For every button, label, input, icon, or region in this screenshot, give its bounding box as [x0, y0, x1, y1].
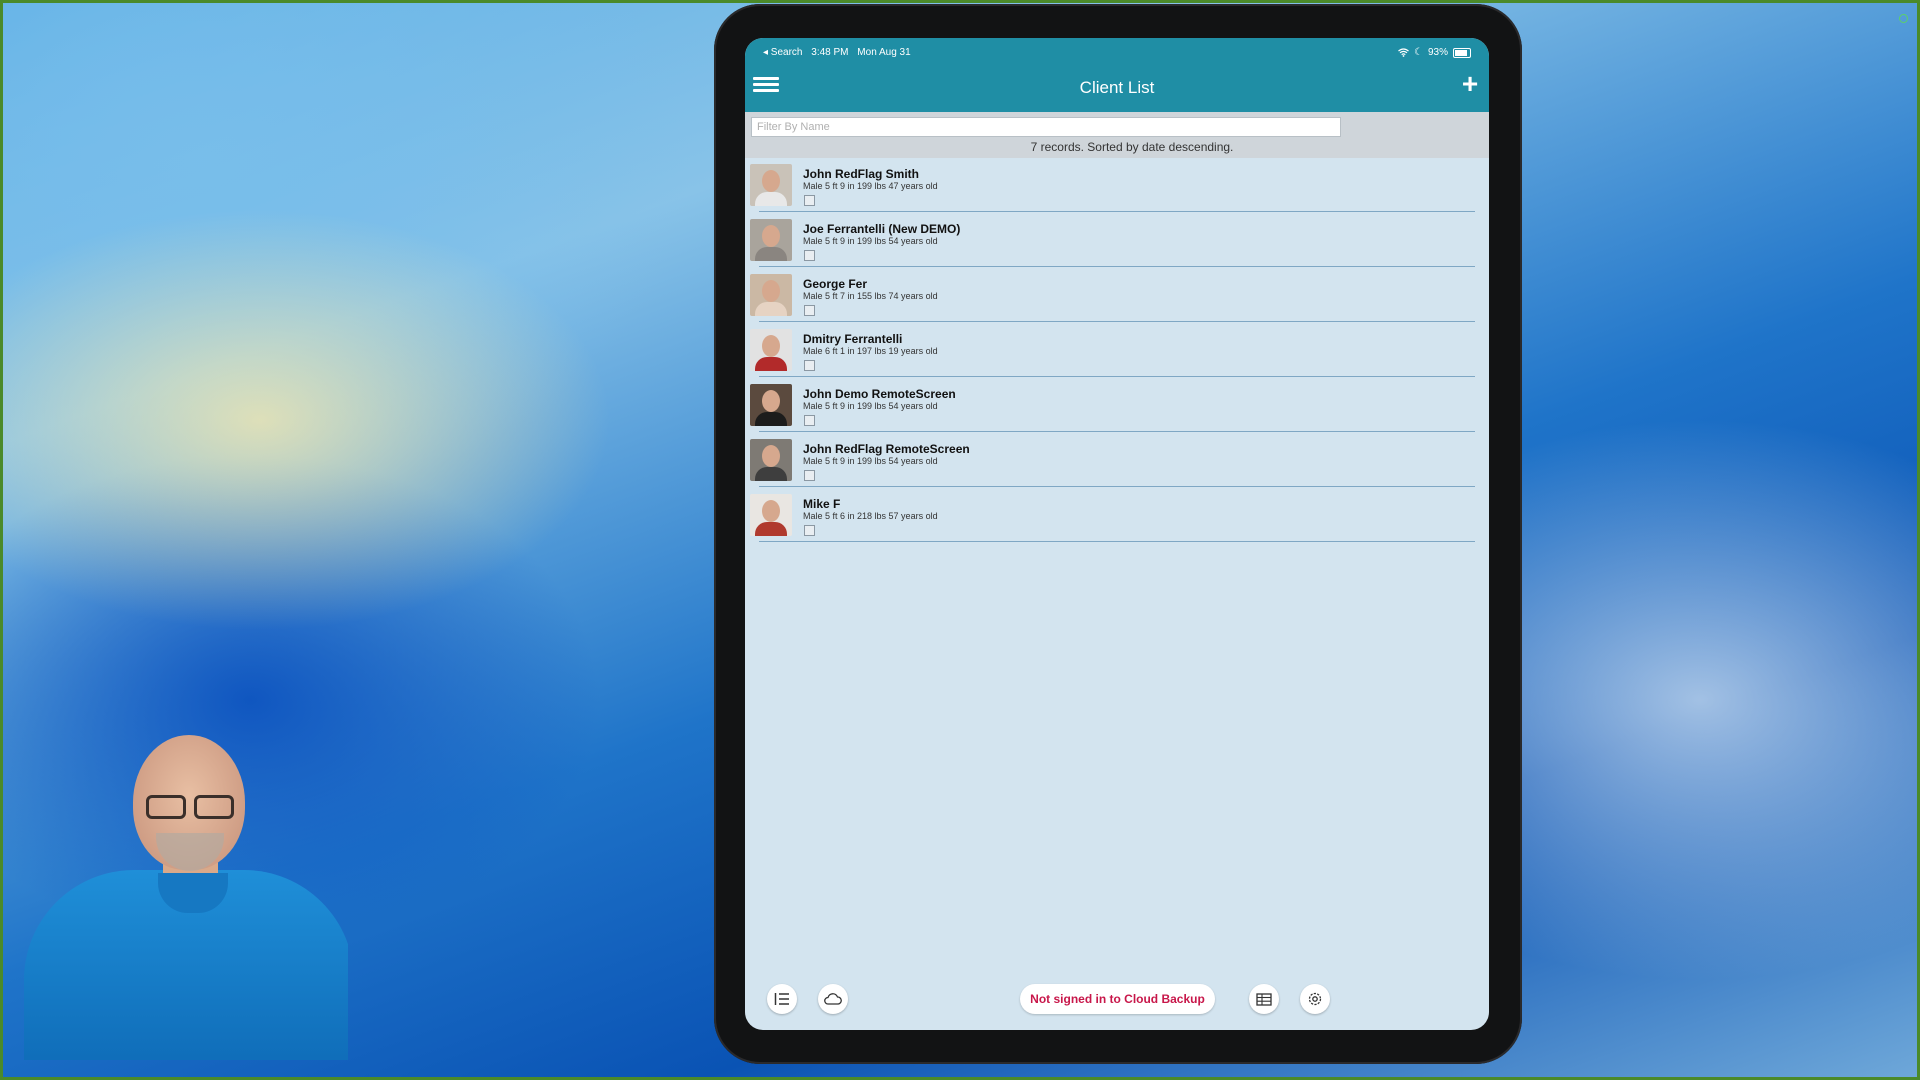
client-row[interactable]: George Fer Male 5 ft 7 in 155 lbs 74 year… — [750, 268, 1475, 322]
gear-icon — [1308, 992, 1322, 1006]
client-name: John RedFlag RemoteScreen — [803, 442, 970, 456]
status-bar: ◂ Search 3:48 PM Mon Aug 31 ☾ 93% — [745, 38, 1489, 66]
client-name: Joe Ferrantelli (New DEMO) — [803, 222, 961, 236]
client-row[interactable]: John RedFlag RemoteScreen Male 5 ft 9 in … — [750, 433, 1475, 487]
client-details: Male 5 ft 6 in 218 lbs 57 years old — [803, 511, 938, 521]
avatar — [750, 274, 792, 316]
client-name: John Demo RemoteScreen — [803, 387, 956, 401]
list-icon — [774, 993, 789, 1005]
settings-button[interactable] — [1300, 984, 1330, 1014]
cloud-button[interactable] — [818, 984, 848, 1014]
table-icon — [1256, 992, 1272, 1006]
cloud-backup-status[interactable]: Not signed in to Cloud Backup — [1020, 984, 1215, 1014]
client-name: Mike F — [803, 497, 841, 511]
client-checkbox[interactable] — [804, 250, 815, 261]
avatar — [750, 329, 792, 371]
avatar — [750, 384, 792, 426]
page-title: Client List — [1079, 78, 1155, 97]
client-row[interactable]: John Demo RemoteScreen Male 5 ft 9 in 199… — [750, 378, 1475, 432]
client-row[interactable]: Joe Ferrantelli (New DEMO) Male 5 ft 9 in… — [750, 213, 1475, 267]
client-checkbox[interactable] — [804, 195, 815, 206]
client-checkbox[interactable] — [804, 470, 815, 481]
client-name: Dmitry Ferrantelli — [803, 332, 903, 346]
moon-icon: ☾ — [1414, 47, 1423, 58]
client-details: Male 6 ft 1 in 197 lbs 19 years old — [803, 346, 938, 356]
client-list: John RedFlag Smith Male 5 ft 9 in 199 lbs… — [745, 158, 1489, 543]
client-details: Male 5 ft 7 in 155 lbs 74 years old — [803, 291, 938, 301]
ipad-screen: ◂ Search 3:48 PM Mon Aug 31 ☾ 93% Client… — [745, 38, 1489, 1030]
client-checkbox[interactable] — [804, 305, 815, 316]
client-checkbox[interactable] — [804, 360, 815, 371]
client-details: Male 5 ft 9 in 199 lbs 54 years old — [803, 456, 938, 466]
avatar — [750, 164, 792, 206]
presenter-webcam — [18, 725, 348, 1060]
avatar — [750, 439, 792, 481]
client-row[interactable]: John RedFlag Smith Male 5 ft 9 in 199 lbs… — [750, 158, 1475, 212]
client-details: Male 5 ft 9 in 199 lbs 47 years old — [803, 181, 938, 191]
avatar — [750, 494, 792, 536]
records-info: 7 records. Sorted by date descending. — [1030, 140, 1234, 154]
battery-icon — [1453, 47, 1471, 58]
table-view-button[interactable] — [1249, 984, 1279, 1014]
client-row[interactable]: Dmitry Ferrantelli Male 6 ft 1 in 197 lbs… — [750, 323, 1475, 377]
battery-percent: 93% — [1427, 47, 1448, 58]
client-details: Male 5 ft 9 in 199 lbs 54 years old — [803, 401, 938, 411]
client-checkbox[interactable] — [804, 415, 815, 426]
filter-input[interactable] — [751, 117, 1341, 137]
client-details: Male 5 ft 9 in 199 lbs 54 years old — [803, 236, 938, 246]
cloud-icon — [824, 993, 842, 1005]
glasses — [146, 795, 234, 819]
bottom-toolbar: Not signed in to Cloud Backup — [745, 970, 1489, 1030]
filter-bar: 7 records. Sorted by date descending. — [745, 112, 1489, 158]
client-name: John RedFlag Smith — [803, 167, 920, 181]
back-to-search[interactable]: ◂ Search — [763, 47, 802, 58]
list-button[interactable] — [767, 984, 797, 1014]
wifi-icon — [1398, 48, 1409, 57]
client-name: George Fer — [803, 277, 868, 291]
navigation-bar: Client List + — [745, 66, 1489, 112]
record-indicator-icon — [1899, 14, 1908, 23]
plus-icon: + — [1461, 68, 1479, 99]
status-time: 3:48 PM — [811, 47, 849, 58]
client-checkbox[interactable] — [804, 525, 815, 536]
status-date: Mon Aug 31 — [857, 47, 911, 58]
add-client-button[interactable]: + — [1457, 70, 1483, 98]
avatar — [750, 219, 792, 261]
client-row[interactable]: Mike F Male 5 ft 6 in 218 lbs 57 years ol… — [750, 488, 1475, 542]
